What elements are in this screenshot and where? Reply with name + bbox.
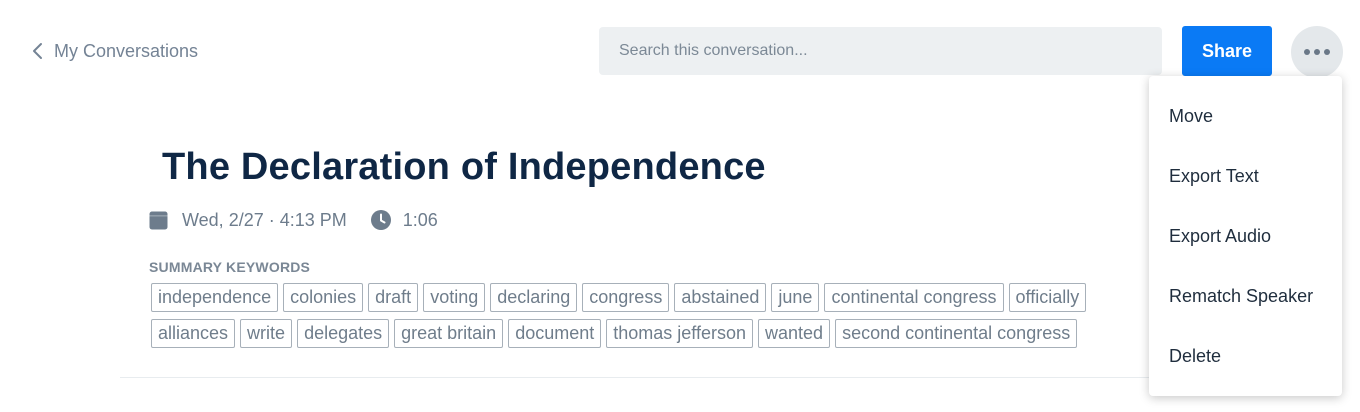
back-link-label: My Conversations: [54, 40, 199, 61]
keyword-chip[interactable]: independence: [151, 283, 279, 312]
more-options-menu: Move Export Text Export Audio Rematch Sp…: [1149, 76, 1342, 396]
keyword-chip[interactable]: thomas jefferson: [606, 319, 754, 348]
back-to-conversations-link[interactable]: My Conversations: [30, 38, 198, 64]
conversation-date: Wed, 2/27 · 4:13 PM: [182, 209, 347, 230]
keyword-chip[interactable]: officially: [1008, 283, 1087, 312]
section-divider: [120, 377, 1160, 378]
search-bar[interactable]: [599, 27, 1162, 75]
conversation-meta: Wed, 2/27 · 4:13 PM 1:06: [149, 208, 438, 232]
summary-keywords-heading: SUMMARY KEYWORDS: [149, 259, 311, 275]
keyword-chip[interactable]: wanted: [758, 319, 831, 348]
keyword-chip[interactable]: delegates: [297, 319, 390, 348]
keyword-chip[interactable]: colonies: [283, 283, 364, 312]
keyword-chip[interactable]: draft: [368, 283, 419, 312]
share-button[interactable]: Share: [1182, 26, 1272, 76]
search-input[interactable]: [619, 42, 1162, 60]
keyword-chip[interactable]: great britain: [394, 319, 504, 348]
keyword-row-2: alliances write delegates great britain …: [151, 319, 1146, 348]
more-options-button[interactable]: [1291, 26, 1343, 78]
keyword-chip[interactable]: congress: [582, 283, 670, 312]
keyword-chip[interactable]: write: [240, 319, 293, 348]
more-horizontal-icon-dot: [1324, 49, 1330, 55]
conversation-page: My Conversations Share The Declaration o…: [0, 0, 1360, 412]
menu-item-export-audio[interactable]: Export Audio: [1149, 206, 1342, 266]
keyword-chip[interactable]: voting: [423, 283, 486, 312]
menu-item-export-text[interactable]: Export Text: [1149, 146, 1342, 206]
keyword-chip[interactable]: declaring: [490, 283, 578, 312]
keyword-chip[interactable]: alliances: [151, 319, 236, 348]
conversation-title: The Declaration of Independence: [162, 146, 766, 188]
conversation-duration: 1:06: [402, 209, 438, 230]
more-horizontal-icon: [1304, 49, 1310, 55]
menu-item-rematch-speaker[interactable]: Rematch Speaker: [1149, 266, 1342, 326]
keyword-chip[interactable]: abstained: [674, 283, 767, 312]
calendar-icon: [149, 211, 168, 230]
menu-item-move[interactable]: Move: [1149, 86, 1342, 146]
keyword-row-1: independence colonies draft voting decla…: [151, 283, 1146, 312]
keyword-chip[interactable]: second continental congress: [835, 319, 1078, 348]
keyword-chip[interactable]: document: [508, 319, 602, 348]
keyword-list: independence colonies draft voting decla…: [151, 283, 1146, 351]
clock-icon: [370, 210, 391, 230]
keyword-chip[interactable]: june: [771, 283, 820, 312]
menu-item-delete[interactable]: Delete: [1149, 326, 1342, 386]
chevron-left-icon: [33, 43, 42, 59]
keyword-chip[interactable]: continental congress: [824, 283, 1004, 312]
more-horizontal-icon-dot: [1314, 49, 1320, 55]
